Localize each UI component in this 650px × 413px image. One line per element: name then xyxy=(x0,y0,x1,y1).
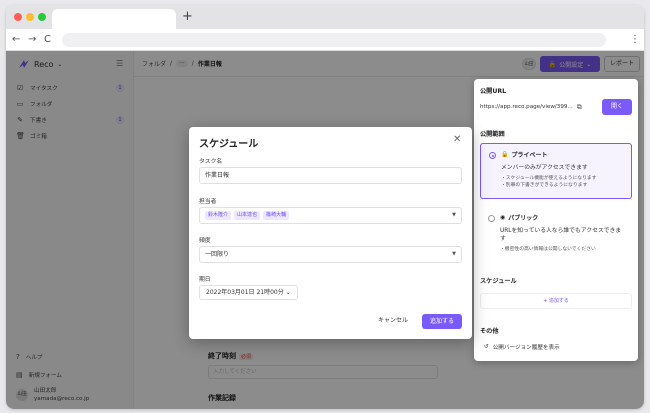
maximize-window-button[interactable] xyxy=(38,13,46,21)
close-window-button[interactable] xyxy=(14,13,22,21)
due-date-label: 期日 xyxy=(199,277,211,283)
version-history-link[interactable]: ↺ 公開バージョン履歴を表示 xyxy=(484,343,560,351)
chevron-down-icon: ▼ xyxy=(452,251,456,257)
address-bar: ← → C ⋮ xyxy=(6,29,644,51)
radio-selected[interactable] xyxy=(489,152,496,159)
scope-option-private[interactable]: 🔒 プライベート メンバーのみがアクセスできます ・スケジュール機能が使えるように… xyxy=(480,143,632,199)
open-url-button[interactable]: 開く xyxy=(602,99,632,115)
assignee-chip[interactable]: 山本達也 xyxy=(234,211,261,220)
url-field[interactable] xyxy=(62,33,606,47)
section-title: 公開URL xyxy=(480,88,507,95)
browser-menu-icon[interactable]: ⋮ xyxy=(630,32,640,48)
minimize-window-button[interactable] xyxy=(26,13,34,21)
section-title: その他 xyxy=(480,328,499,335)
forward-icon[interactable]: → xyxy=(28,32,36,48)
schedule-modal: スケジュール ✕ タスク名 作業日報 担当者 鈴木隆介 山本達也 篠崎大輔 ▼ … xyxy=(189,127,472,339)
task-name-input[interactable]: 作業日報 xyxy=(199,167,462,184)
add-button[interactable]: 追加する xyxy=(422,314,462,329)
tab-strip: + xyxy=(6,5,644,29)
assignee-chip[interactable]: 鈴木隆介 xyxy=(205,211,232,220)
public-url: https://app.reco.page/view/399... ⧉ xyxy=(480,99,598,115)
new-tab-icon[interactable]: + xyxy=(182,8,193,26)
copy-icon[interactable]: ⧉ xyxy=(577,99,582,115)
radio-unselected[interactable] xyxy=(488,215,495,222)
assignee-chip[interactable]: 篠崎大輔 xyxy=(263,211,290,220)
task-name-label: タスク名 xyxy=(199,159,223,165)
publish-settings-panel: 公開URL https://app.reco.page/view/399... … xyxy=(474,79,638,361)
assignee-select[interactable]: 鈴木隆介 山本達也 篠崎大輔 ▼ xyxy=(199,207,462,224)
modal-title: スケジュール xyxy=(199,139,259,150)
scope-option-public[interactable]: ◉ パブリック URLを知っている人なら誰でもアクセスできます ・機密性の高い情報… xyxy=(480,207,632,259)
section-title: 公開範囲 xyxy=(480,131,505,138)
history-icon: ↺ xyxy=(484,344,489,350)
add-schedule-button[interactable]: + 追加する xyxy=(480,293,632,309)
chevron-down-icon: ▼ xyxy=(452,212,456,218)
back-icon[interactable]: ← xyxy=(12,32,20,48)
frequency-label: 頻度 xyxy=(199,238,211,244)
browser-window: + ← → C ⋮ Reco ⌄ ☰ ☑ マイタスク 1 ▭ フォルダ ✎ 下書… xyxy=(6,5,644,409)
close-icon[interactable]: ✕ xyxy=(453,134,461,146)
globe-icon: ◉ xyxy=(500,214,506,221)
cancel-button[interactable]: キャンセル xyxy=(378,314,408,328)
lock-icon: 🔒 xyxy=(501,151,509,158)
section-title: スケジュール xyxy=(480,278,517,285)
reload-icon[interactable]: C xyxy=(44,32,51,48)
browser-tab[interactable] xyxy=(52,9,176,29)
assignee-label: 担当者 xyxy=(199,199,217,205)
due-date-picker[interactable]: 2022年03月01日 21時00分 ⌄ xyxy=(199,285,298,300)
frequency-select[interactable]: 一回限り ▼ xyxy=(199,246,462,263)
